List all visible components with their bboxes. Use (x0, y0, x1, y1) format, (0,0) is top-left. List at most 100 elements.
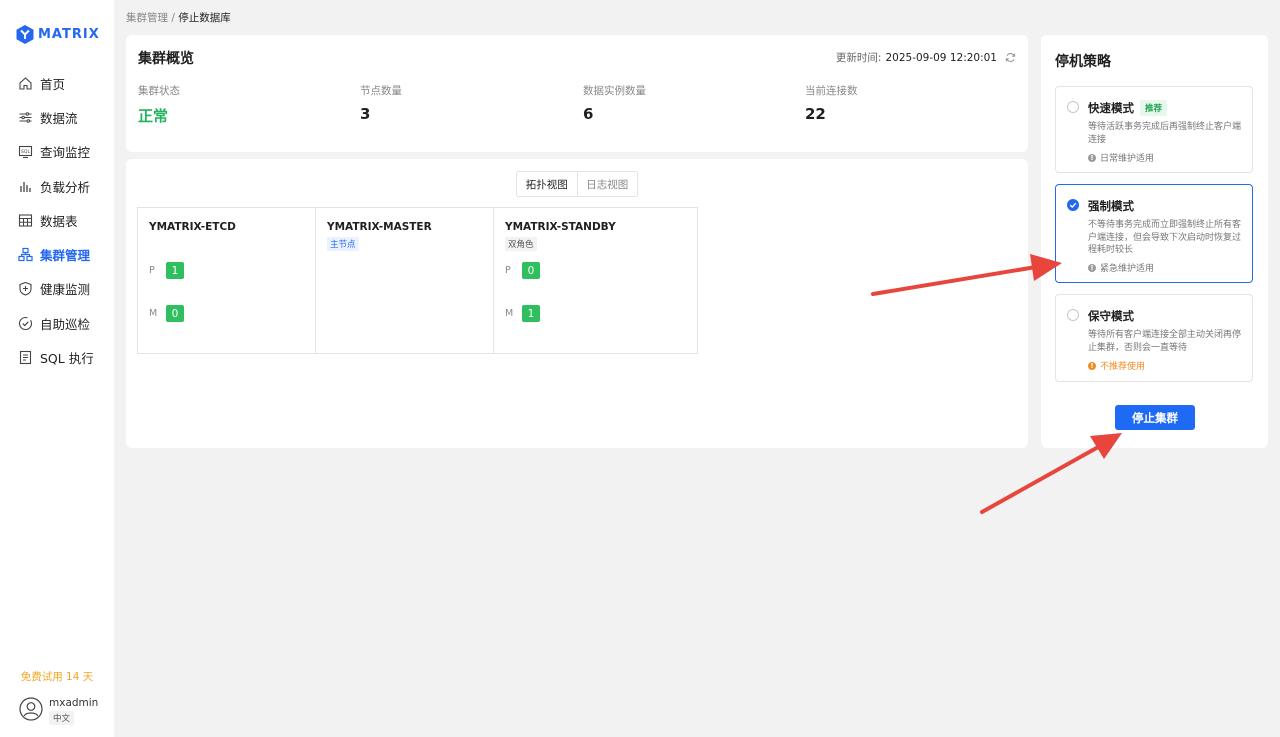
primary-count: 1 (166, 262, 184, 279)
stop-strategy-card: 停机策略 快速模式 推荐 等待活跃事务完成后再强制终止客户端连接 ! 日常维护适… (1041, 35, 1268, 448)
stat-cluster-status: 集群状态 正常 (138, 83, 180, 126)
stat-value: 正常 (138, 107, 169, 125)
node-standby[interactable]: YMATRIX-STANDBY 双角色 P 0 M 1 (494, 208, 697, 353)
stat-label: 数据实例数量 (583, 85, 646, 97)
info-icon: ! (1088, 153, 1096, 162)
breadcrumb-separator: / (171, 12, 175, 24)
breadcrumb-parent[interactable]: 集群管理 (126, 12, 168, 24)
table-icon (18, 214, 33, 227)
update-time-value: 2025-09-09 12:20:01 (885, 51, 997, 64)
option-title: 快速模式 推荐 (1088, 100, 1168, 116)
mirror-row: M 0 (149, 305, 184, 322)
sidebar-item-label: 自助巡检 (40, 316, 91, 332)
option-force-mode[interactable]: 强制模式 不等待事务完成而立即强制终止所有客户端连接，但会导致下次启动时恢复过程… (1055, 184, 1253, 283)
dataflow-icon (19, 112, 32, 123)
stop-cluster-button[interactable]: 停止集群 (1115, 405, 1195, 430)
info-icon: ! (1088, 263, 1096, 272)
option-description: 等待活跃事务完成后再强制终止客户端连接 (1088, 122, 1242, 145)
option-note: ! 不推荐使用 (1088, 359, 1145, 372)
stat-value: 6 (583, 105, 594, 123)
mirror-label: M (505, 308, 514, 319)
option-note-text: 紧急维护适用 (1100, 264, 1155, 274)
mirror-count: 1 (522, 305, 540, 322)
home-icon (19, 76, 32, 90)
node-name: YMATRIX-ETCD (149, 221, 236, 233)
cluster-overview-card: 集群概览 更新时间: 2025-09-09 12:20:01 集群状态 正常 节… (126, 35, 1028, 152)
strategy-title: 停机策略 (1055, 54, 1111, 70)
stat-value: 22 (805, 105, 826, 123)
tab-topology-view[interactable]: 拓扑视图 (517, 172, 578, 196)
sidebar: MATRIX 首页 数据流 SQL 查询监控 负载分析 数据表 集群管理 健康监… (0, 0, 114, 737)
sidebar-item-label: 数据流 (40, 110, 78, 126)
option-title-text: 快速模式 (1088, 101, 1134, 115)
mirror-row: M 1 (505, 305, 540, 322)
sidebar-item-label: SQL 执行 (40, 351, 94, 367)
sidebar-item-sql[interactable]: SQL 执行 (0, 340, 114, 374)
logo-text: MATRIX (38, 27, 100, 42)
sidebar-item-health[interactable]: 健康监测 (0, 272, 114, 306)
option-title-text: 强制模式 (1088, 199, 1134, 213)
option-note: ! 紧急维护适用 (1088, 261, 1154, 274)
language-switch[interactable]: 中文 (49, 711, 75, 725)
mirror-label: M (149, 308, 158, 319)
shield-plus-icon (19, 282, 32, 297)
check-icon (1069, 202, 1077, 208)
user-menu[interactable]: mxadmin 中文 (19, 697, 98, 725)
cluster-icon (18, 248, 33, 262)
sql-monitor-icon: SQL (18, 146, 33, 159)
sidebar-item-dataflow[interactable]: 数据流 (0, 100, 114, 134)
option-note-text: 日常维护适用 (1100, 154, 1155, 164)
sidebar-item-label: 健康监测 (40, 282, 91, 298)
check-circle-icon (18, 316, 33, 330)
sidebar-item-label: 集群管理 (40, 248, 91, 264)
recommended-badge: 推荐 (1140, 100, 1168, 116)
node-etcd[interactable]: YMATRIX-ETCD P 1 M 0 (138, 208, 316, 353)
sidebar-item-cluster-management[interactable]: 集群管理 (0, 237, 114, 271)
sidebar-nav: 首页 数据流 SQL 查询监控 负载分析 数据表 集群管理 健康监测 自助巡检 (0, 66, 114, 375)
option-description: 不等待事务完成而立即强制终止所有客户端连接，但会导致下次启动时恢复过程耗时较长 (1088, 220, 1242, 255)
warning-icon: ! (1088, 361, 1096, 370)
node-role-tag: 主节点 (327, 237, 359, 251)
sidebar-item-label: 首页 (40, 76, 66, 92)
update-time: 更新时间: 2025-09-09 12:20:01 (836, 50, 1016, 65)
user-name: mxadmin (49, 697, 99, 709)
svg-text:SQL: SQL (21, 149, 30, 155)
sql-file-icon (19, 350, 32, 365)
sidebar-item-inspection[interactable]: 自助巡检 (0, 306, 114, 340)
node-name: YMATRIX-MASTER (327, 221, 432, 233)
option-note: ! 日常维护适用 (1088, 151, 1154, 164)
node-master[interactable]: YMATRIX-MASTER 主节点 (316, 208, 494, 353)
primary-count: 0 (522, 262, 540, 279)
breadcrumb: 集群管理 / 停止数据库 (126, 10, 231, 25)
primary-label: P (149, 265, 155, 276)
sidebar-item-tables[interactable]: 数据表 (0, 203, 114, 237)
radio-force-mode[interactable] (1067, 199, 1079, 211)
sidebar-item-query-monitor[interactable]: SQL 查询监控 (0, 135, 114, 169)
primary-row: P 0 (505, 262, 540, 279)
option-note-text: 不推荐使用 (1100, 362, 1146, 372)
logo[interactable]: MATRIX (16, 25, 100, 44)
view-toggle: 拓扑视图 日志视图 (516, 171, 638, 197)
avatar-icon (19, 697, 43, 721)
option-fast-mode[interactable]: 快速模式 推荐 等待活跃事务完成后再强制终止客户端连接 ! 日常维护适用 (1055, 86, 1253, 173)
stat-label: 当前连接数 (805, 85, 858, 97)
stat-connection-count: 当前连接数 22 (805, 83, 858, 123)
logo-icon (16, 25, 34, 44)
option-title-text: 保守模式 (1088, 309, 1134, 323)
radio-fast-mode[interactable] (1067, 101, 1079, 113)
bar-chart-icon (20, 181, 31, 192)
radio-conservative-mode[interactable] (1067, 309, 1079, 321)
trial-notice[interactable]: 免费试用 14 天 (0, 669, 114, 684)
sidebar-item-home[interactable]: 首页 (0, 66, 114, 100)
node-grid: YMATRIX-ETCD P 1 M 0 YMATRIX-MASTER 主节点 … (137, 207, 698, 354)
refresh-icon[interactable] (1005, 52, 1016, 63)
breadcrumb-current: 停止数据库 (178, 12, 231, 24)
primary-label: P (505, 265, 511, 276)
stat-node-count: 节点数量 3 (360, 83, 402, 123)
sidebar-item-load-analysis[interactable]: 负载分析 (0, 169, 114, 203)
option-conservative-mode[interactable]: 保守模式 等待所有客户端连接全部主动关闭再停止集群，否则会一直等待 ! 不推荐使… (1055, 294, 1253, 382)
stat-label: 集群状态 (138, 85, 180, 97)
node-name: YMATRIX-STANDBY (505, 221, 616, 233)
sidebar-item-label: 查询监控 (40, 145, 91, 161)
tab-log-view[interactable]: 日志视图 (578, 172, 638, 196)
